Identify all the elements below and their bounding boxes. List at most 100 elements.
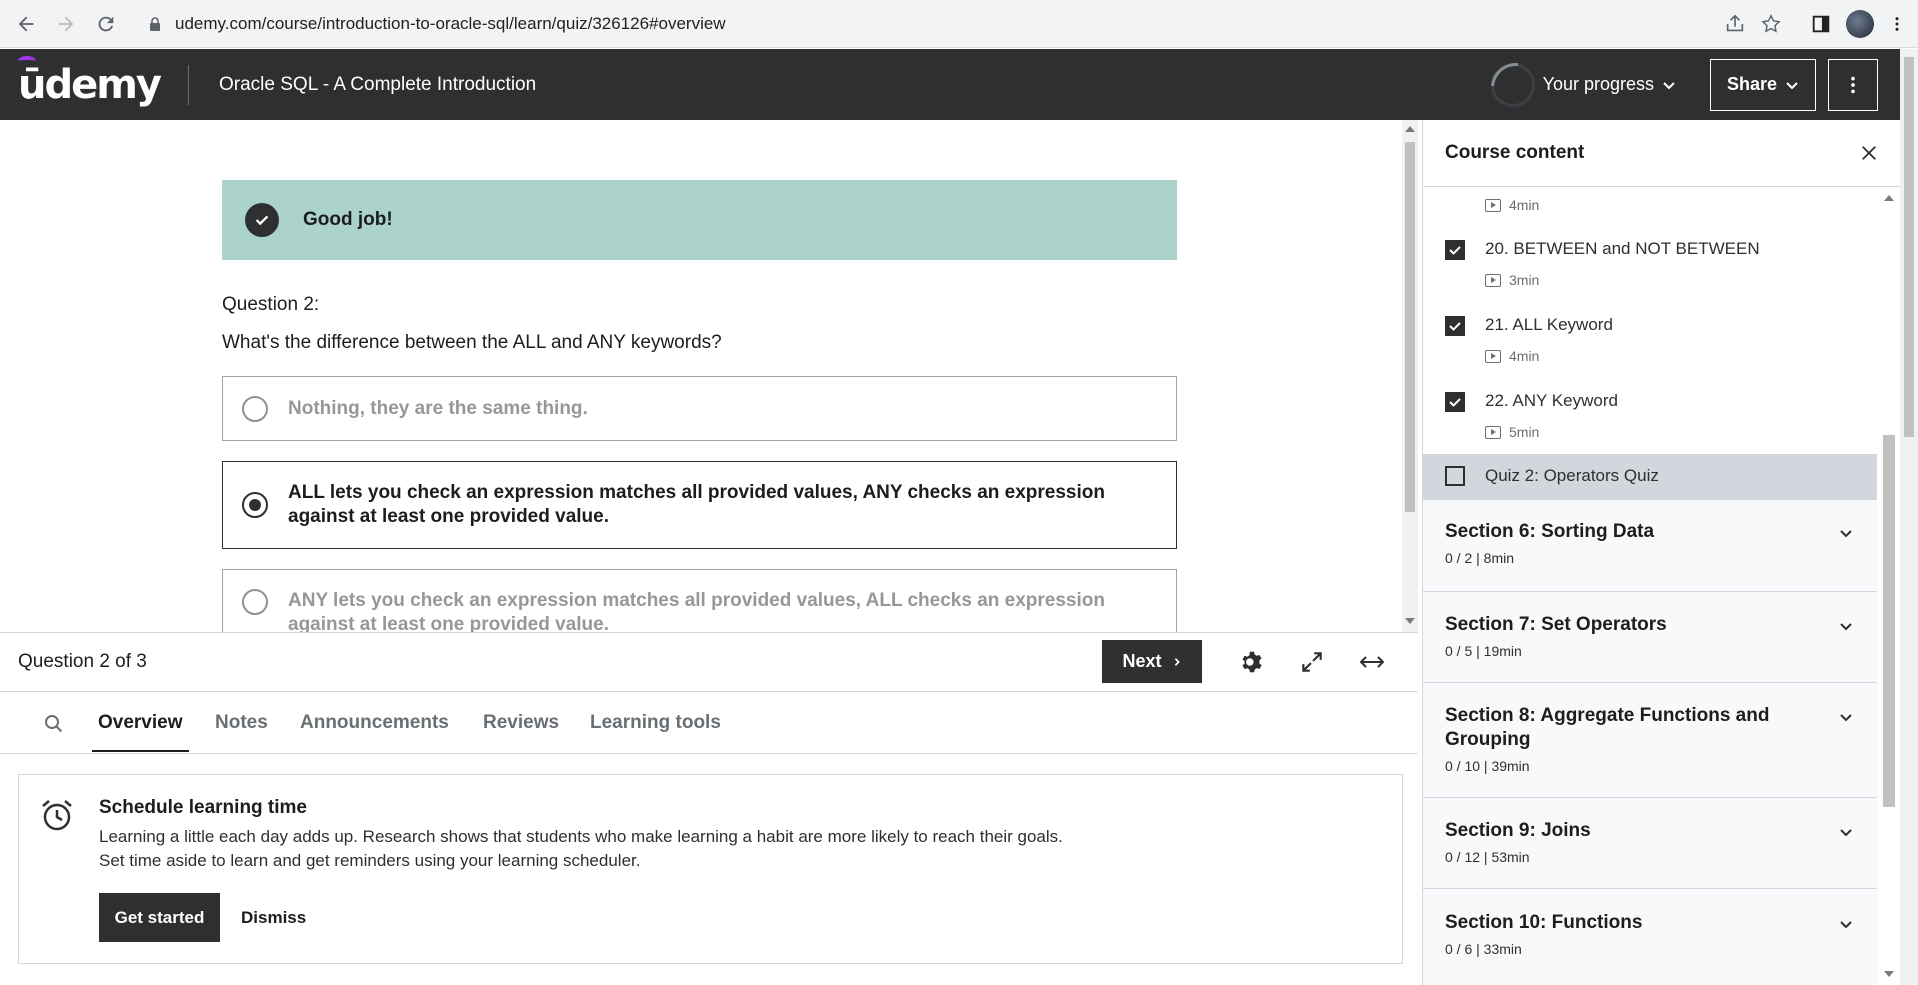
expand-width-icon[interactable] [1357, 647, 1387, 677]
radio-button[interactable] [242, 492, 268, 518]
settings-gear-icon[interactable] [1237, 647, 1267, 677]
dismiss-button[interactable]: Dismiss [241, 908, 306, 928]
video-icon [1485, 349, 1501, 363]
back-button[interactable] [6, 4, 46, 44]
schedule-description: Learning a little each day adds up. Rese… [99, 827, 1063, 846]
section-title: Section 7: Set Operators [1445, 614, 1667, 635]
next-button[interactable]: Next [1102, 640, 1202, 683]
kebab-menu-icon [1851, 76, 1855, 93]
section-meta: 0 / 5 | 19min [1445, 643, 1522, 659]
share-label: Share [1726, 74, 1778, 94]
scrollbar-thumb[interactable] [1904, 57, 1914, 437]
lesson-item[interactable]: 22. ANY Keyword 5min [1423, 377, 1877, 453]
radio-button[interactable] [242, 395, 268, 422]
checkbox-checked[interactable] [1445, 240, 1465, 260]
close-icon[interactable] [1860, 144, 1878, 162]
section-title: Section 9: Joins [1445, 820, 1591, 841]
chevron-down-icon [1663, 81, 1675, 89]
course-tabs: Overview Notes Announcements Reviews Lea… [0, 692, 1418, 754]
lesson-item[interactable]: 4min [1423, 187, 1877, 225]
tab-overview[interactable]: Overview [98, 712, 183, 734]
section-meta: 0 / 10 | 39min [1445, 758, 1530, 774]
get-started-button[interactable]: Get started [99, 893, 220, 942]
question-number: Question 2: [222, 294, 320, 315]
fullscreen-icon[interactable] [1297, 647, 1327, 677]
scrollbar-thumb[interactable] [1883, 435, 1895, 807]
section-meta: 0 / 6 | 33min [1445, 941, 1522, 957]
active-tab-indicator [92, 750, 189, 752]
udemy-logo[interactable]: ūdemy [18, 55, 162, 108]
reload-button[interactable] [86, 4, 126, 44]
lesson-title: Quiz 2: Operators Quiz [1485, 466, 1659, 485]
course-header: ūdemy Oracle SQL - A Complete Introducti… [0, 49, 1900, 120]
answer-option[interactable]: ANY lets you check an expression matches… [222, 569, 1177, 632]
lesson-title: 21. ALL Keyword [1485, 315, 1613, 334]
lesson-duration: 4min [1485, 197, 1539, 213]
reload-icon [98, 16, 114, 31]
scroll-up-arrow[interactable] [1405, 126, 1415, 132]
sidebar-scrollbar[interactable] [1877, 187, 1900, 985]
section-item[interactable]: Section 7: Set Operators 0 / 5 | 19min [1423, 591, 1877, 682]
share-page-icon[interactable] [1724, 13, 1746, 35]
search-icon[interactable] [44, 714, 64, 734]
checkbox-checked[interactable] [1445, 316, 1465, 336]
browser-toolbar: udemy.com/course/introduction-to-oracle-… [0, 0, 1918, 48]
course-content-sidebar: Course content 4min 20. BETWEEN and NOT … [1422, 120, 1900, 985]
section-item[interactable]: Section 9: Joins 0 / 12 | 53min [1423, 797, 1877, 888]
schedule-description: Set time aside to learn and get reminder… [99, 851, 641, 870]
profile-avatar[interactable] [1846, 10, 1874, 38]
progress-ring[interactable] [1490, 62, 1535, 107]
schedule-title: Schedule learning time [99, 797, 307, 818]
section-item[interactable]: Section 10: Functions 0 / 6 | 33min [1423, 888, 1877, 985]
lesson-item[interactable]: 20. BETWEEN and NOT BETWEEN 3min [1423, 225, 1877, 301]
chevron-down-icon [1840, 714, 1852, 722]
scroll-up-arrow[interactable] [1884, 195, 1894, 201]
scroll-down-arrow[interactable] [1884, 971, 1894, 977]
lock-icon [150, 17, 160, 31]
checkbox-checked[interactable] [1445, 392, 1465, 412]
quiz-scrollbar[interactable] [1402, 120, 1418, 632]
chevron-right-icon [1174, 657, 1180, 666]
scroll-down-arrow[interactable] [1405, 618, 1415, 624]
quiz-content: Good job! Question 2: What's the differe… [0, 120, 1418, 632]
side-panel-icon[interactable] [1810, 13, 1832, 35]
radio-button[interactable] [242, 589, 268, 615]
answer-option[interactable]: Nothing, they are the same thing. [222, 376, 1177, 441]
answer-text: ALL lets you check an expression matches… [288, 482, 1105, 527]
chevron-down-icon [1840, 921, 1852, 929]
bookmark-star-icon[interactable] [1760, 13, 1782, 35]
current-lesson-item[interactable]: Quiz 2: Operators Quiz [1423, 454, 1877, 499]
tab-announcements[interactable]: Announcements [300, 712, 449, 734]
arrow-left-icon [18, 16, 34, 31]
tab-learning-tools[interactable]: Learning tools [590, 712, 721, 734]
page-scrollbar[interactable] [1900, 49, 1918, 985]
course-title[interactable]: Oracle SQL - A Complete Introduction [219, 74, 536, 96]
section-title: Section 8: Aggregate Functions and Group… [1445, 705, 1770, 750]
lesson-item[interactable]: Quiz 2: Operators Quiz [1423, 454, 1877, 499]
section-item[interactable]: Section 6: Sorting Data 0 / 2 | 8min [1423, 499, 1877, 591]
lesson-title: 22. ANY Keyword [1485, 391, 1618, 410]
checkmark-icon [245, 203, 279, 237]
section-title: Section 10: Functions [1445, 912, 1643, 933]
answer-option-selected[interactable]: ALL lets you check an expression matches… [222, 461, 1177, 549]
section-item[interactable]: Section 8: Aggregate Functions and Group… [1423, 682, 1877, 797]
tab-reviews[interactable]: Reviews [483, 712, 559, 734]
feedback-text: Good job! [303, 209, 393, 230]
address-bar[interactable]: udemy.com/course/introduction-to-oracle-… [133, 7, 1723, 41]
chevron-down-icon [1840, 623, 1852, 631]
tab-notes[interactable]: Notes [215, 712, 268, 734]
lesson-item[interactable]: 21. ALL Keyword 4min [1423, 301, 1877, 377]
lesson-duration: 5min [1485, 424, 1539, 440]
kebab-menu-icon[interactable] [1888, 13, 1906, 35]
header-divider [188, 64, 189, 105]
answer-text: Nothing, they are the same thing. [288, 397, 588, 419]
forward-button[interactable] [46, 4, 86, 44]
share-button[interactable]: Share [1710, 58, 1816, 111]
progress-label[interactable]: Your progress [1543, 74, 1654, 95]
checkbox[interactable] [1445, 466, 1465, 486]
lesson-duration: 4min [1485, 348, 1539, 364]
schedule-card: Schedule learning time Learning a little… [18, 774, 1403, 964]
scrollbar-thumb[interactable] [1405, 142, 1415, 512]
more-options-button[interactable] [1828, 58, 1878, 111]
video-icon [1485, 273, 1501, 287]
